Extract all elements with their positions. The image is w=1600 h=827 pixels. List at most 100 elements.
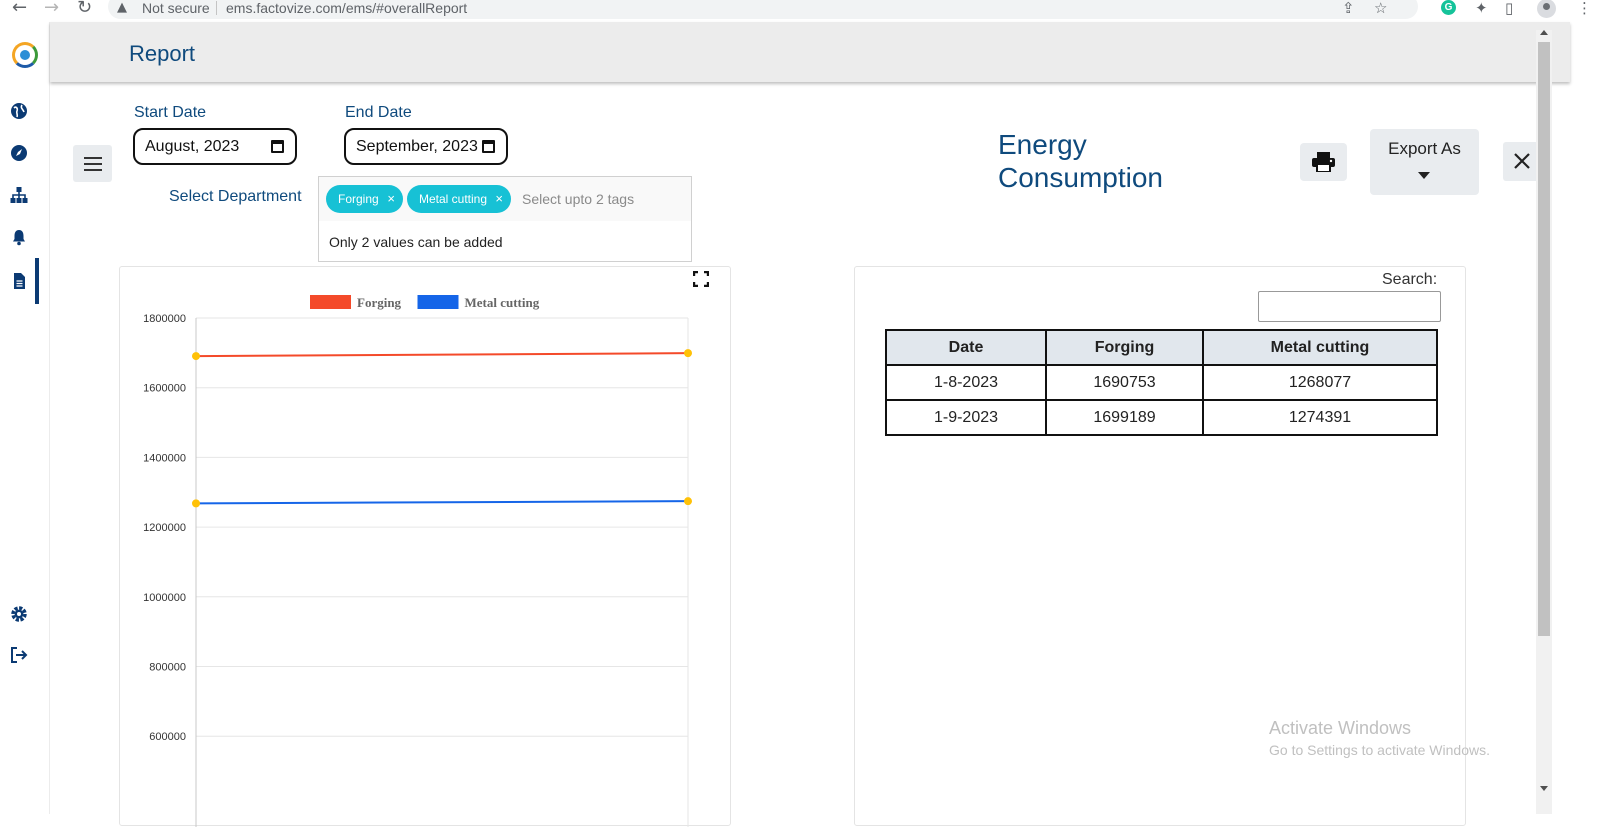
table-cell: 1274391 bbox=[1202, 399, 1438, 436]
report-title: Energy Consumption bbox=[998, 128, 1163, 194]
series-line bbox=[195, 500, 689, 505]
hamburger-line bbox=[84, 163, 102, 165]
share-icon[interactable]: ⇪ bbox=[1342, 0, 1355, 17]
sidebar-item-settings[interactable] bbox=[0, 593, 42, 635]
data-point bbox=[192, 499, 200, 508]
data-point bbox=[192, 352, 200, 361]
logout-icon bbox=[11, 647, 28, 663]
globe-icon bbox=[11, 103, 27, 119]
warning-icon[interactable]: ▲ bbox=[117, 0, 127, 15]
start-date-label: Start Date bbox=[134, 104, 207, 121]
menu-toggle-button[interactable] bbox=[73, 145, 112, 182]
y-tick-label: 1800000 bbox=[143, 313, 186, 325]
hamburger-line bbox=[84, 169, 102, 171]
page-title: Report bbox=[129, 41, 196, 66]
bell-icon bbox=[13, 230, 25, 246]
end-date-label: End Date bbox=[345, 104, 412, 121]
gear-icon bbox=[11, 606, 27, 622]
sidebar bbox=[0, 22, 50, 814]
tag-limit-message-box: Only 2 values can be added bbox=[318, 221, 692, 262]
export-label: Export As bbox=[1388, 139, 1461, 158]
side-panel-icon[interactable]: ▯ bbox=[1505, 0, 1513, 17]
back-arrow-icon[interactable]: ← bbox=[12, 0, 27, 18]
column-header-date[interactable]: Date bbox=[885, 329, 1047, 366]
app-logo[interactable] bbox=[12, 42, 38, 68]
table-cell: 1690753 bbox=[1045, 364, 1204, 401]
sidebar-item-explore[interactable] bbox=[0, 132, 42, 174]
reload-icon[interactable]: ↻ bbox=[77, 0, 92, 18]
tag-remove-icon[interactable]: × bbox=[387, 185, 395, 213]
scroll-thumb[interactable] bbox=[1538, 42, 1550, 636]
column-header-metal-cutting[interactable]: Metal cutting bbox=[1202, 329, 1438, 366]
data-table: Date Forging Metal cutting 1-8-2023 1690… bbox=[885, 329, 1438, 436]
department-label: Select Department bbox=[169, 188, 302, 205]
report-title-line1: Energy bbox=[998, 129, 1087, 160]
chrome-menu-icon[interactable]: ⋮ bbox=[1577, 0, 1592, 17]
table-cell: 1699189 bbox=[1045, 399, 1204, 436]
search-label: Search: bbox=[1382, 271, 1438, 288]
data-point bbox=[684, 349, 692, 358]
export-dropdown-button[interactable]: Export As bbox=[1370, 129, 1479, 195]
table-cell: 1268077 bbox=[1202, 364, 1438, 401]
profile-avatar-icon[interactable] bbox=[1537, 0, 1556, 18]
grammarly-extension-icon[interactable]: G bbox=[1441, 0, 1456, 15]
series-line bbox=[195, 352, 689, 358]
department-tag-input[interactable]: Forging × Metal cutting × Select upto 2 … bbox=[318, 176, 692, 222]
search-input[interactable] bbox=[1258, 291, 1441, 322]
sidebar-item-hierarchy[interactable] bbox=[0, 174, 42, 216]
close-icon bbox=[1514, 153, 1530, 169]
tag-metal-cutting: Metal cutting × bbox=[407, 185, 511, 213]
y-tick-label: 1000000 bbox=[143, 592, 186, 604]
compass-icon bbox=[11, 145, 27, 161]
bookmark-star-icon[interactable]: ☆ bbox=[1374, 0, 1387, 17]
start-date-value: August, 2023 bbox=[145, 138, 240, 155]
end-date-value: September, 2023 bbox=[356, 138, 478, 155]
sidebar-item-dashboard[interactable] bbox=[0, 90, 42, 132]
sitemap-icon bbox=[10, 187, 28, 203]
y-tick-label: 1400000 bbox=[143, 452, 186, 464]
sidebar-item-alerts[interactable] bbox=[0, 216, 42, 258]
url-text[interactable]: ems.factovize.com/ems/#overallReport bbox=[226, 0, 467, 16]
hamburger-icon bbox=[84, 157, 102, 159]
tag-remove-icon[interactable]: × bbox=[495, 185, 503, 213]
table-row: 1-8-2023 1690753 1268077 bbox=[885, 364, 1438, 401]
line-chart: 1800000 1600000 1400000 1200000 1000000 80000… bbox=[143, 295, 692, 827]
y-tick-label: 1200000 bbox=[143, 522, 186, 534]
calendar-icon[interactable] bbox=[271, 140, 284, 153]
calendar-icon[interactable] bbox=[482, 140, 495, 153]
tag-forging: Forging × bbox=[326, 185, 403, 213]
table-row: 1-9-2023 1699189 1274391 bbox=[885, 399, 1438, 436]
scroll-down-arrow-icon[interactable] bbox=[1540, 786, 1548, 791]
forward-arrow-icon[interactable]: → bbox=[44, 0, 59, 18]
tag-label: Forging bbox=[338, 192, 379, 206]
tag-limit-message: Only 2 values can be added bbox=[329, 234, 503, 250]
activation-watermark-subtitle: Go to Settings to activate Windows. bbox=[1269, 742, 1490, 758]
activation-watermark-title: Activate Windows bbox=[1269, 718, 1412, 738]
report-title-line2: Consumption bbox=[998, 162, 1163, 193]
tag-label: Metal cutting bbox=[419, 192, 488, 206]
browser-toolbar: ← → ↻ ▲ Not secure ems.factovize.com/ems… bbox=[0, 0, 1600, 22]
chart-card: 1800000 1600000 1400000 1200000 1000000 80000… bbox=[119, 266, 731, 827]
tag-placeholder[interactable]: Select upto 2 tags bbox=[522, 191, 634, 207]
printer-icon bbox=[1312, 152, 1335, 172]
y-tick-label: 1600000 bbox=[143, 383, 186, 395]
page-header: Report bbox=[50, 22, 1570, 82]
url-divider bbox=[216, 1, 217, 15]
legend-swatch bbox=[310, 295, 351, 309]
sidebar-item-report[interactable] bbox=[0, 258, 42, 304]
caret-down-icon bbox=[1418, 172, 1430, 179]
page-scrollbar[interactable] bbox=[1536, 30, 1552, 814]
main-content: Report Start Date August, 2023 End Date … bbox=[50, 22, 1570, 827]
scroll-up-arrow-icon[interactable] bbox=[1540, 30, 1548, 35]
start-date-input[interactable]: August, 2023 bbox=[133, 128, 297, 165]
print-button[interactable] bbox=[1300, 143, 1347, 181]
sidebar-item-logout[interactable] bbox=[0, 634, 42, 676]
extensions-puzzle-icon[interactable]: ✦ bbox=[1475, 0, 1488, 17]
legend-label: Forging bbox=[357, 295, 402, 310]
column-header-forging[interactable]: Forging bbox=[1045, 329, 1204, 366]
y-tick-label: 800000 bbox=[149, 662, 186, 674]
security-status[interactable]: Not secure bbox=[142, 0, 210, 16]
data-point bbox=[684, 497, 692, 506]
end-date-input[interactable]: September, 2023 bbox=[344, 128, 508, 165]
legend-swatch bbox=[417, 295, 459, 309]
